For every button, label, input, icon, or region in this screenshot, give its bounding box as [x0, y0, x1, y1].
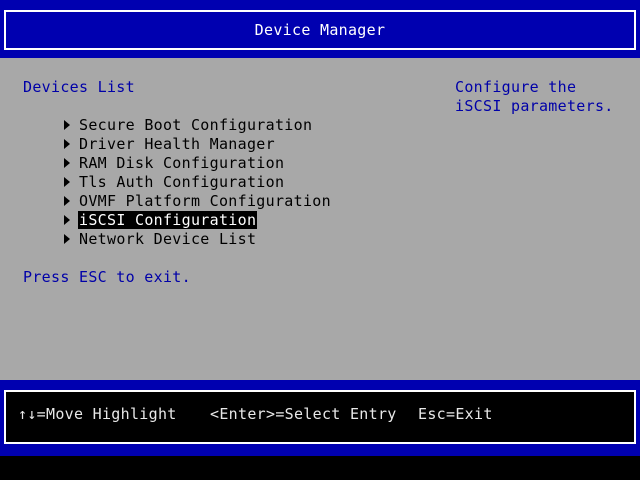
move-highlight-hint: ↑↓=Move Highlight [18, 405, 177, 423]
submenu-arrow-icon [64, 233, 70, 244]
header-box: Device Manager [4, 10, 636, 50]
menu-item-label: Network Device List [79, 230, 257, 248]
page-title: Device Manager [254, 21, 386, 39]
menu-item-iscsi-configuration[interactable]: iSCSI Configuration [8, 192, 258, 229]
exit-hint: Press ESC to exit. [23, 268, 191, 286]
esc-exit-hint: Esc=Exit [418, 405, 493, 423]
bios-screen: Device Manager Devices List Secure Boot … [0, 0, 640, 480]
menu-item-tls-auth-configuration[interactable]: Tls Auth Configuration [8, 154, 285, 191]
footer-keys-box: ↑↓=Move Highlight <Enter>=Select Entry E… [4, 390, 636, 444]
menu-item-secure-boot-configuration[interactable]: Secure Boot Configuration [8, 97, 313, 134]
footer-band: ↑↓=Move Highlight <Enter>=Select Entry E… [0, 380, 640, 456]
menu-item-driver-health-manager[interactable]: Driver Health Manager [8, 116, 276, 153]
main-panel: Devices List Secure Boot Configuration D… [0, 58, 640, 380]
menu-item-ovmf-platform-configuration[interactable]: OVMF Platform Configuration [8, 173, 332, 210]
select-entry-hint: <Enter>=Select Entry [210, 405, 397, 423]
header-band: Device Manager [0, 0, 640, 58]
help-text: Configure the iSCSI parameters. [455, 78, 614, 115]
menu-item-network-device-list[interactable]: Network Device List [8, 211, 257, 248]
menu-item-ram-disk-configuration[interactable]: RAM Disk Configuration [8, 135, 285, 172]
devices-list-title: Devices List [23, 78, 135, 96]
bottom-bar [0, 456, 640, 480]
